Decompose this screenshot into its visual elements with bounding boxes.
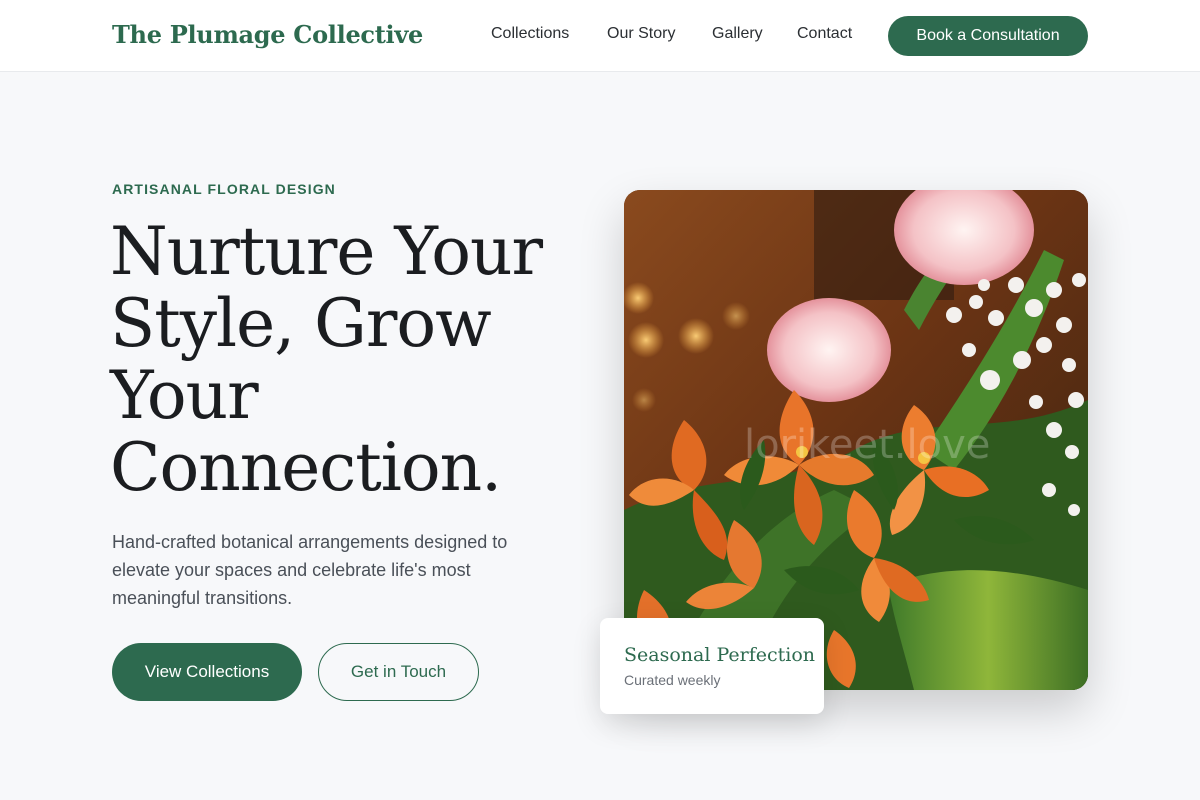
nav-link-collections[interactable]: Collections xyxy=(491,25,569,43)
hero-flower-image: lorikeet.love xyxy=(624,190,1088,690)
hero-headline: Nurture Your Style, Grow Your Connection… xyxy=(110,213,543,506)
image-watermark: lorikeet.love xyxy=(744,422,990,468)
hero-eyebrow: ARTISANAL FLORAL DESIGN xyxy=(112,181,336,197)
nav-link-gallery[interactable]: Gallery xyxy=(712,25,763,43)
get-in-touch-button[interactable]: Get in Touch xyxy=(318,643,479,701)
card-subtitle: Curated weekly xyxy=(624,672,721,688)
seasonal-card: Seasonal Perfection Curated weekly xyxy=(600,618,824,714)
view-collections-button[interactable]: View Collections xyxy=(112,643,302,701)
nav-link-our-story[interactable]: Our Story xyxy=(607,25,675,43)
site-header: The Plumage Collective Collections Our S… xyxy=(0,0,1200,72)
book-consultation-button[interactable]: Book a Consultation xyxy=(888,16,1088,56)
card-title: Seasonal Perfection xyxy=(624,644,816,666)
flower-bouquet-photo-icon: lorikeet.love xyxy=(624,190,1088,690)
main-nav: Collections Our Story Gallery Contact Bo… xyxy=(0,0,1200,72)
hero-description: Hand-crafted botanical arrangements desi… xyxy=(112,532,508,608)
nav-link-contact[interactable]: Contact xyxy=(797,25,852,43)
